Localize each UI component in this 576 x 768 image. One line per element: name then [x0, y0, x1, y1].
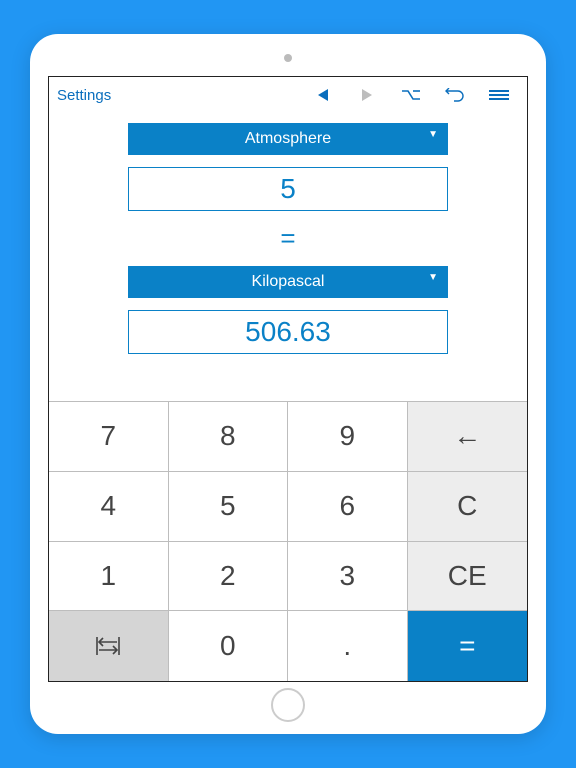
- to-unit-select[interactable]: Kilopascal ▼: [128, 266, 448, 298]
- menu-button[interactable]: [479, 81, 519, 109]
- prev-button[interactable]: [303, 81, 343, 109]
- key-clear[interactable]: C: [408, 472, 528, 542]
- from-value-input[interactable]: 5: [128, 167, 448, 211]
- swap-icon: [95, 635, 121, 657]
- to-value-text: 506.63: [245, 316, 331, 348]
- from-unit-label: Atmosphere: [245, 130, 331, 148]
- keypad: 7 8 9 ← 4 5 6 C 1 2 3 CE 0: [49, 401, 527, 681]
- undo-button[interactable]: [435, 81, 475, 109]
- key-4[interactable]: 4: [49, 472, 169, 542]
- triangle-right-icon: [362, 89, 372, 101]
- conversion-area: Atmosphere ▼ 5 = Kilopascal ▼ 506.63: [49, 113, 527, 401]
- toolbar: Settings: [49, 77, 527, 113]
- option-key-icon: [401, 89, 421, 101]
- chevron-down-icon: ▼: [428, 129, 438, 140]
- key-2[interactable]: 2: [169, 542, 289, 612]
- camera-dot: [284, 54, 292, 62]
- key-clear-entry[interactable]: CE: [408, 542, 528, 612]
- tablet-frame: Settings: [30, 34, 546, 734]
- triangle-left-icon: [318, 89, 328, 101]
- chevron-down-icon: ▼: [428, 272, 438, 283]
- key-equals[interactable]: =: [408, 611, 528, 681]
- key-5[interactable]: 5: [169, 472, 289, 542]
- from-value-text: 5: [280, 173, 296, 205]
- key-backspace[interactable]: ←: [408, 402, 528, 472]
- key-9[interactable]: 9: [288, 402, 408, 472]
- key-8[interactable]: 8: [169, 402, 289, 472]
- key-3[interactable]: 3: [288, 542, 408, 612]
- to-unit-label: Kilopascal: [252, 273, 325, 291]
- key-6[interactable]: 6: [288, 472, 408, 542]
- key-1[interactable]: 1: [49, 542, 169, 612]
- to-value-output: 506.63: [128, 310, 448, 354]
- key-swap[interactable]: [49, 611, 169, 681]
- next-button[interactable]: [347, 81, 387, 109]
- from-unit-select[interactable]: Atmosphere ▼: [128, 123, 448, 155]
- key-0[interactable]: 0: [169, 611, 289, 681]
- key-decimal[interactable]: .: [288, 611, 408, 681]
- menu-icon: [489, 89, 509, 101]
- undo-icon: [445, 88, 465, 102]
- option-button[interactable]: [391, 81, 431, 109]
- home-button[interactable]: [271, 688, 305, 722]
- key-7[interactable]: 7: [49, 402, 169, 472]
- equals-label: =: [280, 223, 295, 254]
- settings-button[interactable]: Settings: [57, 87, 111, 104]
- app-screen: Settings: [48, 76, 528, 682]
